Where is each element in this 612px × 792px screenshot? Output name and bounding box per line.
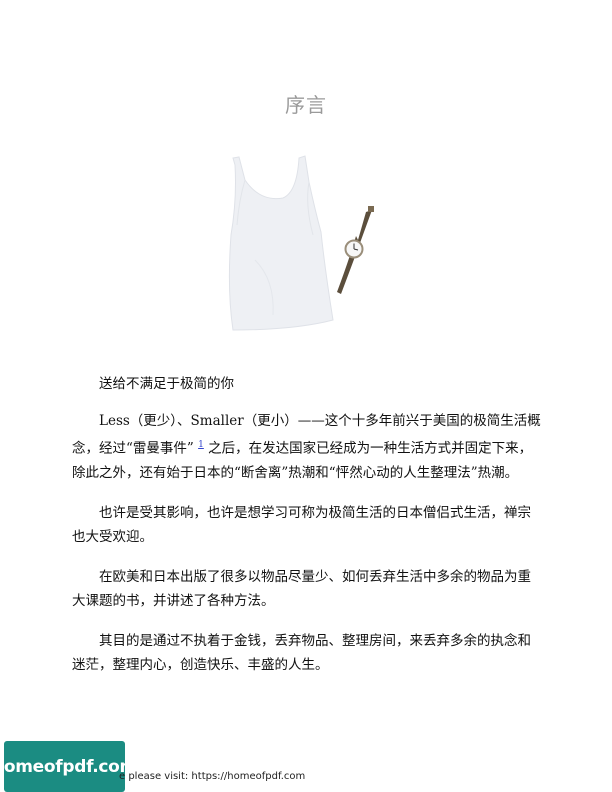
preface-body: 送给不满足于极简的你 Less（更少）、Smaller（更小）——这个十多年前兴… (72, 372, 542, 693)
paragraph-3: 在欧美和日本出版了很多以物品尽量少、如何丢弃生活中多余的物品为重大课题的书，并讲… (72, 568, 531, 609)
homeofpdf-logo[interactable]: homeofpdf.com (0, 741, 137, 792)
tank-top-and-watch-illustration (225, 140, 380, 335)
dedication-line: 送给不满足于极简的你 (99, 376, 234, 392)
page-title: 序言 (285, 93, 327, 117)
logo-text: homeofpdf.com (0, 756, 137, 777)
paragraph-1: Less（更少）、Smaller（更小）——这个十多年前兴于美国的极简生活概念，… (72, 409, 542, 485)
tank-top-shape (228, 155, 334, 331)
paragraph-4: 其目的是通过不执着于金钱，丢弃物品、整理房间，来丢弃多余的执念和迷茫，整理内心，… (72, 632, 531, 673)
footer-visit-link[interactable]: e please visit: https://homeofpdf.com (119, 771, 305, 782)
paragraph-2: 也许是受其影响，也许是想学习可称为极简生活的日本僧侣式生活，禅宗也大受欢迎。 (72, 504, 531, 545)
